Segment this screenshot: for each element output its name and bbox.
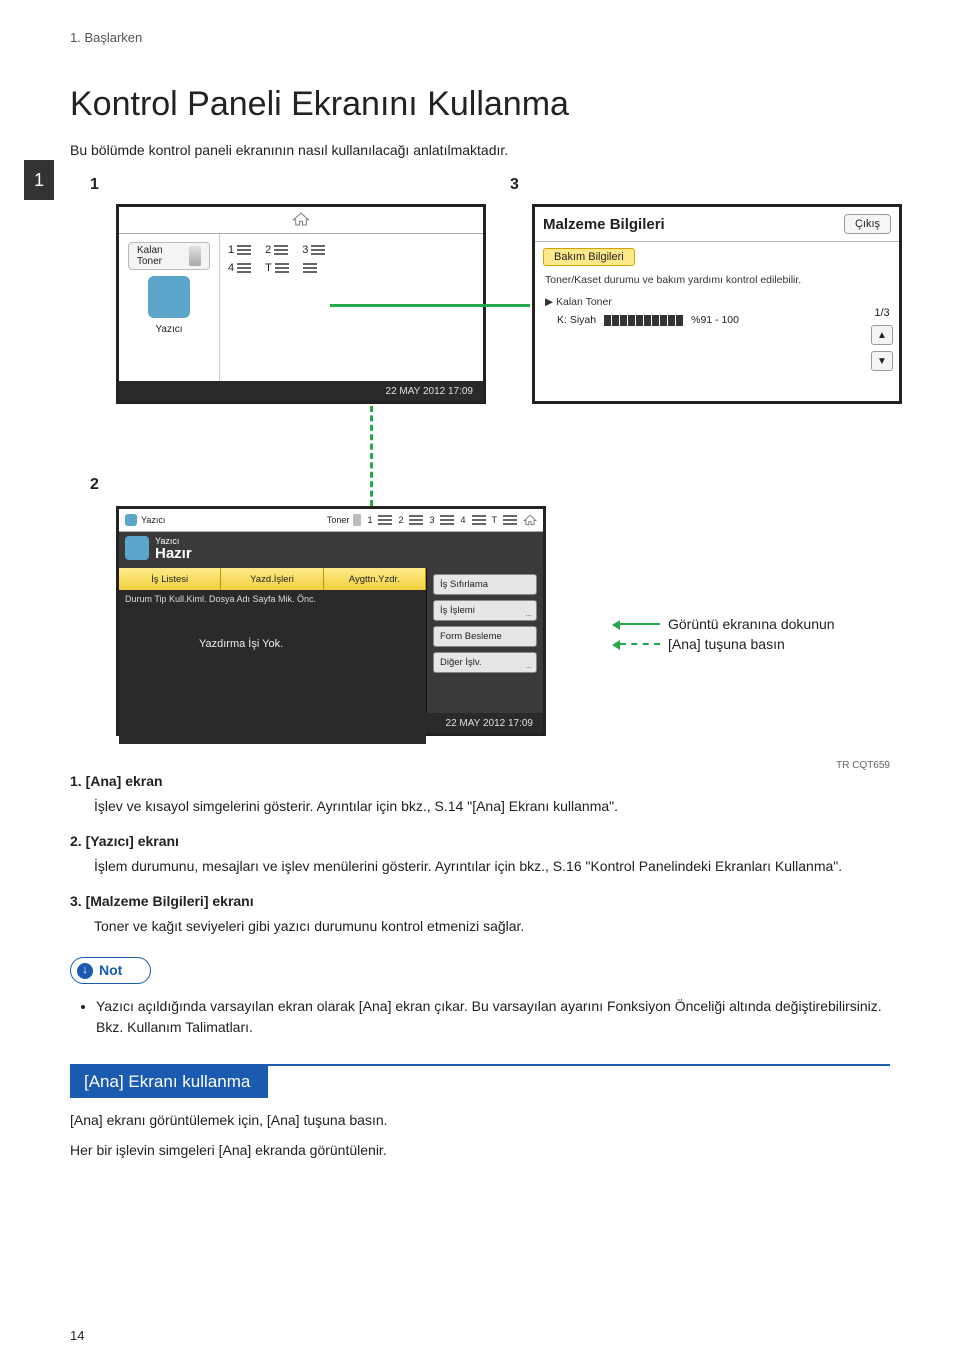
printer-app-label: Yazıcı: [155, 324, 182, 335]
tray-lines-icon: [303, 263, 317, 273]
connector-line: [330, 304, 530, 307]
item-2-body: İşlem durumunu, mesajları ve işlev menül…: [94, 856, 890, 877]
status-bar: 22 MAY 2012 17:09: [119, 713, 543, 733]
note-label: Not: [99, 960, 122, 981]
other-functions-button[interactable]: Diğer İşlv....: [433, 652, 537, 673]
section-para-1: [Ana] ekranı görüntülemek için, [Ana] tu…: [70, 1112, 890, 1128]
section-divider: [Ana] Ekranı kullanma: [70, 1064, 890, 1098]
note-item-1: Yazıcı açıldığında varsayılan ekran olar…: [96, 996, 890, 1038]
form-feed-button[interactable]: Form Besleme: [433, 626, 537, 647]
tray-t-button[interactable]: T: [265, 262, 289, 274]
intro-text: Bu bölümde kontrol paneli ekranının nası…: [70, 142, 890, 158]
page-up-button[interactable]: ▲: [871, 325, 893, 345]
legend: Görüntü ekranına dokunun [Ana] tuşuna ba…: [620, 616, 835, 656]
page-down-button[interactable]: ▼: [871, 351, 893, 371]
exit-button[interactable]: Çıkış: [844, 214, 891, 234]
callout-2: 2: [90, 476, 99, 494]
section-title: [Ana] Ekranı kullanma: [70, 1066, 268, 1098]
tray-lines-icon: [237, 263, 251, 273]
maintenance-info-tab[interactable]: Bakım Bilgileri: [543, 248, 635, 266]
home-icon: [292, 211, 310, 227]
tab-print-from-device[interactable]: Aygttn.Yzdr.: [324, 568, 426, 590]
remaining-toner-header: ▶ Kalan Toner: [535, 294, 899, 310]
toner-mini-icon: [353, 514, 361, 526]
legend-press-label: [Ana] tuşuna basın: [668, 636, 785, 652]
remaining-toner-button[interactable]: Kalan Toner: [128, 242, 210, 270]
tray-lines-icon: [274, 245, 288, 255]
top-tray-chips: 1 2 3 4 T: [367, 515, 517, 525]
job-list-columns: Durum Tip Kull.Kiml. Dosya Adı Sayfa Mik…: [119, 590, 426, 608]
note-icon: ↓: [77, 963, 93, 979]
tray-1-button[interactable]: 1: [228, 244, 251, 256]
page-title: Kontrol Paneli Ekranını Kullanma: [70, 85, 890, 124]
screen-printer: Yazıcı Toner 1 2 3 4 T: [116, 506, 546, 736]
tab-print-jobs[interactable]: Yazd.İşleri: [221, 568, 323, 590]
connector-dashed-line: [370, 406, 373, 506]
note-badge: ↓ Not: [70, 957, 151, 984]
item-3-body: Toner ve kağıt seviyeleri gibi yazıcı du…: [94, 916, 890, 937]
supply-info-description: Toner/Kaset durumu ve bakım yardımı kont…: [535, 272, 899, 288]
page-fraction: 1/3: [874, 307, 889, 319]
toner-row-label: K: Siyah: [557, 314, 596, 326]
supply-info-title: Malzeme Bilgileri: [543, 216, 665, 233]
figure: 1 3 2 Kalan Toner Yaz: [70, 176, 890, 736]
item-1-body: İşlev ve kısayol simgelerini gösterir. A…: [94, 796, 890, 817]
top-home-icon[interactable]: [523, 514, 537, 526]
item-2-heading: 2. [Yazıcı] ekranı: [70, 831, 890, 852]
tray-lines-icon: [237, 245, 251, 255]
printer-status-ready: Hazır: [155, 546, 507, 563]
remaining-toner-label: Kalan Toner: [137, 245, 185, 267]
job-operation-button[interactable]: İş İşlemi...: [433, 600, 537, 621]
tray-lines-icon: [275, 263, 289, 273]
chapter-badge: 1: [24, 160, 54, 200]
tab-job-list[interactable]: İş Listesi: [119, 568, 221, 590]
tray-bypass-button[interactable]: [303, 262, 317, 274]
tray-2-button[interactable]: 2: [265, 244, 288, 256]
toner-level-bar: [604, 315, 683, 326]
tray-4-button[interactable]: 4: [228, 262, 251, 274]
legend-touch-label: Görüntü ekranına dokunun: [668, 616, 835, 632]
page-number: 14: [70, 1328, 84, 1343]
toner-row-percent: %91 - 100: [691, 314, 739, 326]
top-toner-chip: Toner: [327, 514, 362, 526]
status-bar: 22 MAY 2012 17:09: [119, 381, 483, 401]
explanation-list: 1. [Ana] ekran İşlev ve kısayol simgeler…: [70, 771, 890, 1038]
item-1-heading: 1. [Ana] ekran: [70, 771, 890, 792]
screen-supply-info: Malzeme Bilgileri Çıkış Bakım Bilgileri …: [532, 204, 902, 404]
tray-lines-icon: [311, 245, 325, 255]
solid-arrow-icon: [620, 623, 660, 625]
tray-3-button[interactable]: 3: [302, 244, 325, 256]
figure-code: TR CQT659: [70, 760, 890, 771]
status-time: 22 MAY 2012 17:09: [446, 718, 533, 729]
printer-app-icon[interactable]: [148, 276, 190, 318]
top-printer-chip: Yazıcı: [125, 514, 165, 526]
callout-3: 3: [510, 176, 519, 194]
dashed-arrow-icon: [620, 643, 660, 645]
printer-mini-icon: [125, 514, 137, 526]
job-reset-button[interactable]: İş Sıfırlama: [433, 574, 537, 595]
callout-1: 1: [90, 176, 99, 194]
toner-cartridge-icon: [189, 246, 202, 266]
item-3-heading: 3. [Malzeme Bilgileri] ekranı: [70, 891, 890, 912]
status-time: 22 MAY 2012 17:09: [386, 386, 473, 397]
printer-title-small: Yazıcı: [155, 537, 507, 546]
section-para-2: Her bir işlevin simgeleri [Ana] ekranda …: [70, 1142, 890, 1158]
breadcrumb: 1. Başlarken: [70, 30, 890, 45]
